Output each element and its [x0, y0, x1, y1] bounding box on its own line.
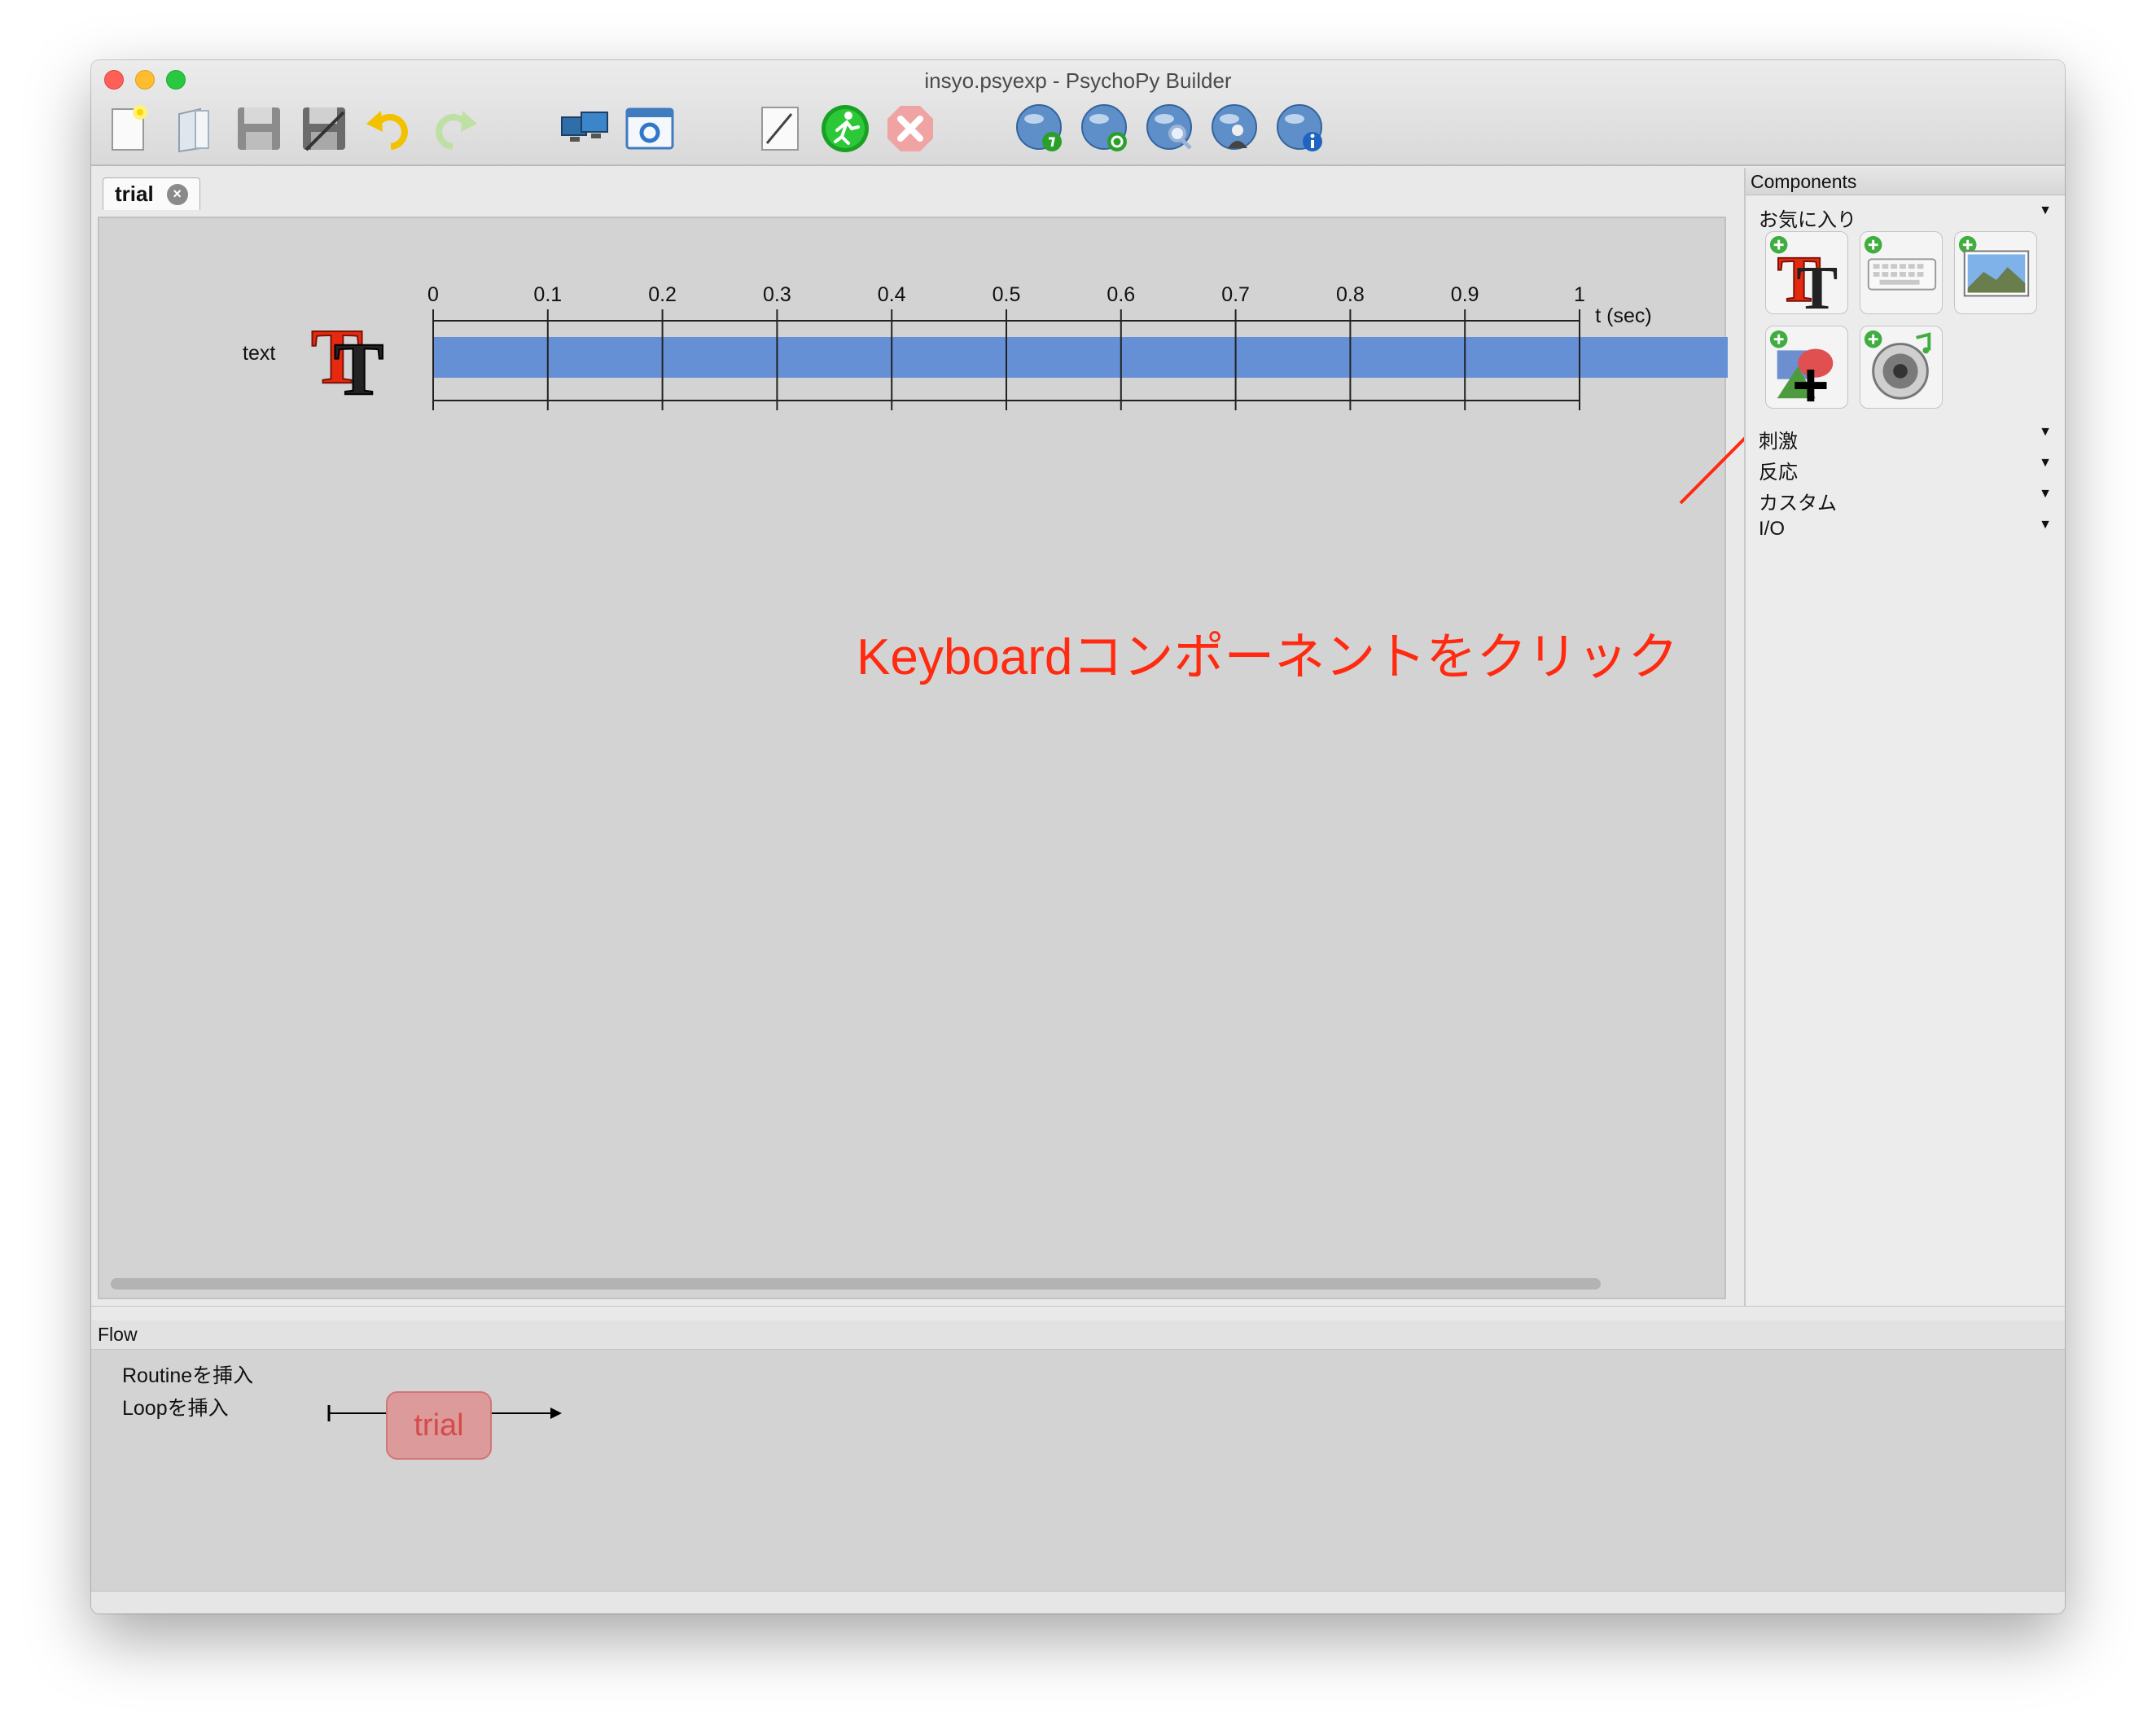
status-bar [91, 1591, 2065, 1614]
routine-canvas[interactable]: text T T 0 0.1 0.2 0.3 0.4 0.5 0.6 0.7 0.8 0.9 1 t … [98, 217, 1728, 1299]
category-label: カスタム [1759, 493, 1837, 515]
sound-component-button[interactable] [1860, 326, 1943, 409]
svg-text:T: T [1796, 253, 1838, 313]
timeline-tick-label: 1 [1574, 283, 1585, 306]
category-label: 反応 [1759, 462, 1798, 484]
polygon-component-button[interactable] [1765, 326, 1848, 409]
timeline-tick-label: 0.3 [763, 283, 791, 306]
timeline-tick-label: 0.4 [877, 283, 906, 306]
titlebar: insyo.psyexp - PsychoPy Builder [91, 60, 2065, 166]
timeline-tick-label: 0.2 [648, 283, 677, 306]
keyboard-component-button[interactable] [1860, 231, 1943, 314]
dropdown-arrow-icon: ▼ [2039, 487, 2052, 501]
timeline-tick-label: 0.7 [1221, 283, 1250, 306]
category-stimuli[interactable]: 刺激 ▼ [1759, 425, 2052, 453]
components-panel: Components お気に入り ▼ TT 刺激 ▼ 反応 ▼ カスタム ▼ I… [1744, 168, 2065, 1306]
category-custom[interactable]: カスタム ▼ [1759, 487, 2052, 515]
category-label: お気に入り [1759, 209, 1856, 231]
timeline-tick-label: 0.1 [533, 283, 563, 306]
horizontal-scrollbar[interactable] [111, 1278, 1601, 1290]
save-as-icon[interactable] [298, 103, 350, 155]
category-favorites[interactable]: お気に入り ▼ [1759, 204, 2052, 232]
pavlovia-search-icon[interactable] [1145, 103, 1197, 155]
category-label: I/O [1759, 518, 1786, 540]
save-icon[interactable] [233, 103, 285, 155]
timeline-tick-label: 0.8 [1336, 283, 1365, 306]
image-component-button[interactable] [1954, 231, 2037, 314]
close-tab-icon[interactable]: × [166, 183, 188, 205]
timeline-tick-label: 0 [427, 283, 439, 306]
dropdown-arrow-icon: ▼ [2039, 425, 2052, 439]
dropdown-arrow-icon: ▼ [2039, 518, 2052, 532]
undo-icon[interactable] [363, 103, 415, 155]
redo-icon[interactable] [428, 103, 480, 155]
annotation-text: Keyboardコンポーネントをクリック [857, 629, 1679, 685]
component-duration-bar [433, 337, 1728, 378]
pavlovia-info-icon[interactable] [1275, 103, 1327, 155]
pavlovia-sync-icon[interactable] [1014, 103, 1067, 155]
tab-label: trial [115, 182, 154, 206]
panel-splitter[interactable] [91, 1306, 2065, 1320]
dropdown-arrow-icon: ▼ [2039, 456, 2052, 470]
new-file-icon[interactable] [103, 103, 155, 155]
tab-trial[interactable]: trial × [103, 177, 200, 210]
flow-routine-trial[interactable]: trial [386, 1391, 492, 1460]
pavlovia-refresh-icon[interactable] [1080, 103, 1132, 155]
components-header: Components [1746, 168, 2065, 195]
open-file-icon[interactable] [168, 103, 220, 155]
routine-panel: trial × text T T 0 0.1 0.2 0.3 0.4 0.5 0.6 0.7 0… [91, 168, 1733, 1306]
experiment-settings-icon[interactable] [624, 103, 676, 155]
run-icon[interactable] [819, 103, 871, 155]
timeline-unit-label: t (sec) [1595, 304, 1652, 327]
pavlovia-user-icon[interactable] [1210, 103, 1262, 155]
category-io[interactable]: I/O ▼ [1759, 518, 2052, 541]
timeline-tick-label: 0.5 [992, 283, 1021, 306]
stop-icon[interactable] [884, 103, 936, 155]
dropdown-arrow-icon: ▼ [2039, 204, 2052, 217]
text-component-button[interactable]: TT [1765, 231, 1848, 322]
compile-script-icon[interactable] [754, 103, 806, 155]
timeline-tick-label: 0.6 [1106, 283, 1136, 306]
category-responses[interactable]: 反応 ▼ [1759, 456, 2052, 484]
psychopy-builder-window: insyo.psyexp - PsychoPy Builder trial × … [91, 60, 2065, 1614]
window-title: insyo.psyexp - PsychoPy Builder [924, 68, 1232, 93]
timeline-tick-label: 0.9 [1450, 283, 1479, 306]
timeline [432, 309, 1728, 410]
flow-panel: Flow Routineを挿入 Loopを挿入 [91, 1320, 2065, 1591]
category-label: 刺激 [1759, 431, 1798, 453]
monitor-center-icon[interactable] [559, 103, 611, 155]
